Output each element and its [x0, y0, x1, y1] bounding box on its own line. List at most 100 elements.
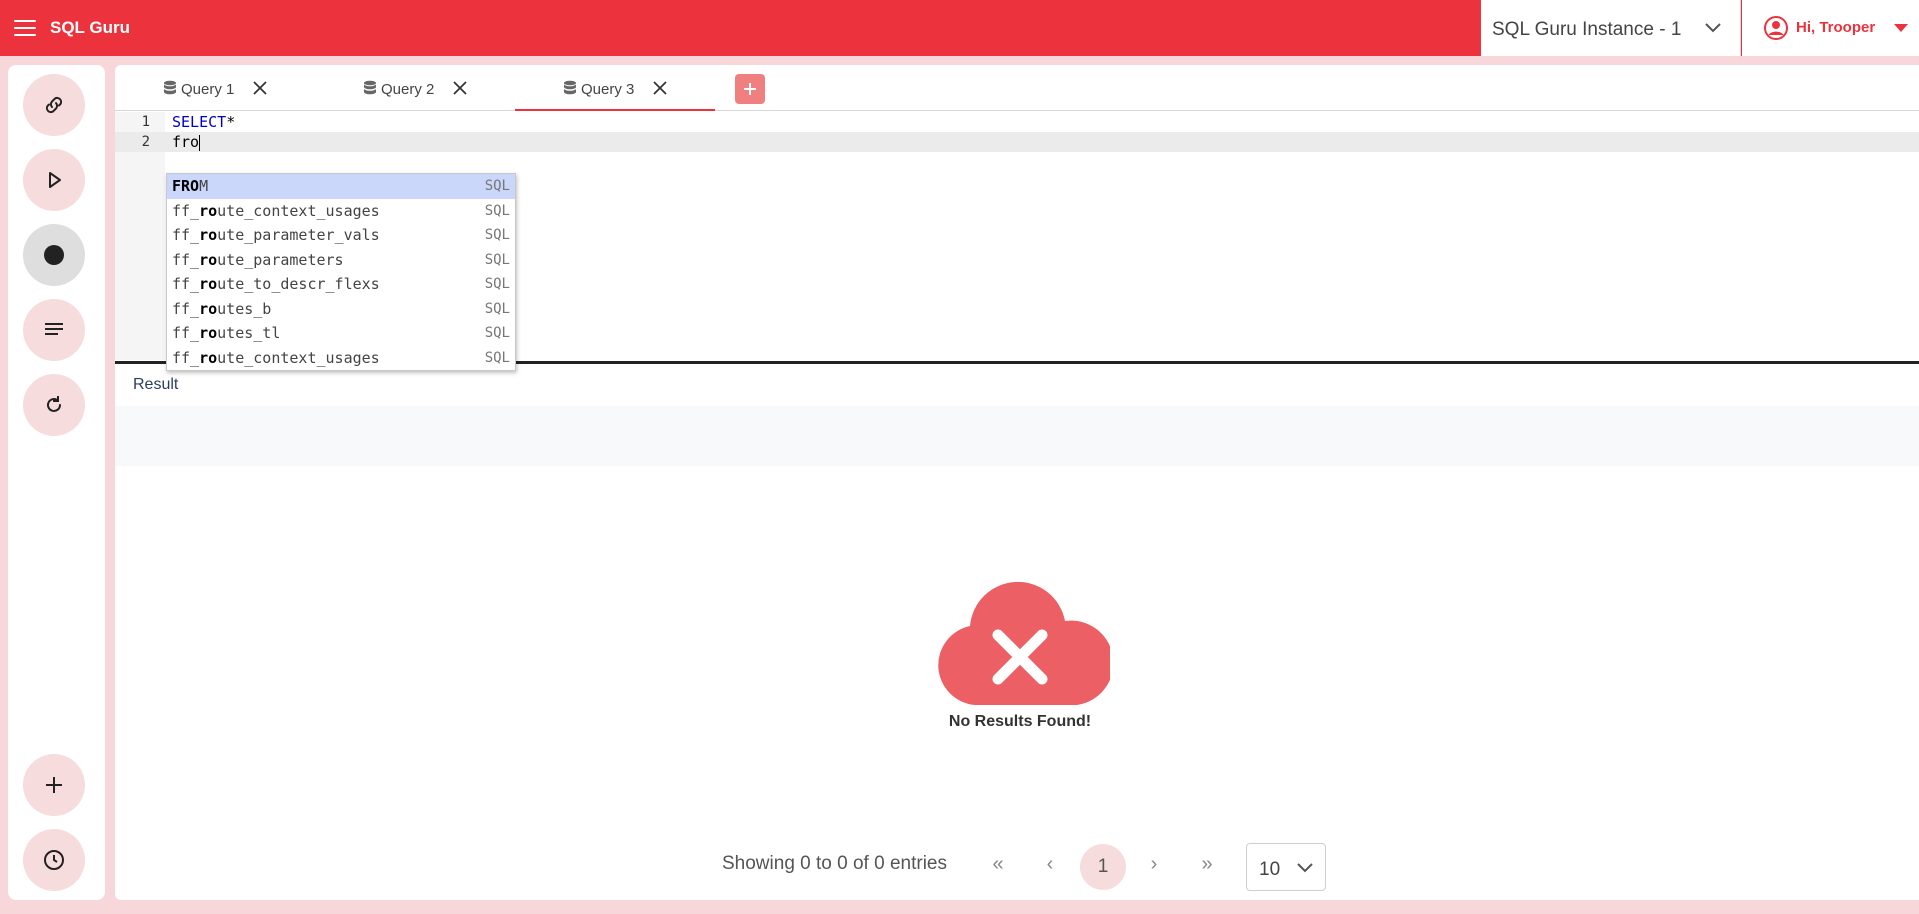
- line-number: 2: [141, 134, 150, 150]
- item-text: utes_b: [217, 299, 272, 318]
- add-tab-button[interactable]: [735, 74, 765, 104]
- query-tabs: Query 1 Query 2 Query 3: [115, 65, 1919, 111]
- instance-select[interactable]: SQL Guru Instance - 1: [1481, 0, 1741, 56]
- empty-state: No Results Found!: [930, 580, 1114, 740]
- page-size-select[interactable]: 10: [1246, 843, 1326, 891]
- chevron-down-icon: [1705, 23, 1721, 33]
- item-text: utes_tl: [217, 324, 281, 342]
- match-text: ro: [199, 348, 218, 367]
- item-meta: SQL: [484, 300, 510, 317]
- autocomplete-item[interactable]: ff_routes_b SQL: [167, 297, 515, 322]
- item-meta: SQL: [484, 227, 510, 243]
- align-left-icon: [45, 323, 63, 335]
- tab-label: Query 2: [381, 81, 435, 98]
- stop-button[interactable]: [23, 224, 85, 286]
- current-page-button[interactable]: 1: [1080, 844, 1126, 890]
- app-title: SQL Guru: [50, 18, 130, 37]
- autocomplete-item[interactable]: ff_route_parameter_vals SQL: [167, 223, 515, 248]
- sidebar: [8, 65, 105, 900]
- item-prefix: ff_: [172, 226, 200, 244]
- item-prefix: ff_: [172, 250, 200, 269]
- double-chevron-left-icon: «: [992, 852, 1004, 875]
- line-code: SELECT*: [172, 112, 235, 132]
- format-button[interactable]: [23, 299, 85, 361]
- double-chevron-right-icon: »: [1201, 852, 1213, 875]
- close-icon[interactable]: [252, 80, 268, 96]
- last-page-button[interactable]: »: [1192, 849, 1222, 879]
- pagination-info: Showing 0 to 0 of 0 entries: [722, 853, 947, 874]
- tab-query-3[interactable]: Query 3: [515, 65, 715, 111]
- item-meta: SQL: [484, 349, 510, 366]
- empty-message: No Results Found!: [948, 713, 1092, 730]
- prev-page-button[interactable]: ‹: [1035, 849, 1065, 879]
- connect-button[interactable]: [23, 74, 85, 136]
- item-text: M: [199, 177, 209, 195]
- plus-icon: [46, 777, 62, 793]
- database-icon: [564, 80, 576, 95]
- autocomplete-item[interactable]: ff_routes_tl SQL: [167, 321, 515, 346]
- item-text: ute_to_descr_flexs: [217, 275, 380, 293]
- next-page-button[interactable]: ›: [1139, 849, 1169, 879]
- pagination: Showing 0 to 0 of 0 entries « ‹ 1 › » 10: [115, 835, 1919, 891]
- line-code: fro: [172, 132, 201, 152]
- user-menu[interactable]: Hi, Trooper: [1742, 0, 1919, 56]
- play-icon: [49, 172, 61, 188]
- editor-line: 1 SELECT*: [115, 112, 1919, 132]
- item-prefix: ff_: [172, 299, 200, 318]
- caret-down-icon: [1894, 24, 1908, 32]
- refresh-icon: [47, 396, 61, 412]
- user-avatar-icon: [1764, 16, 1788, 40]
- match-text: ro: [199, 201, 218, 220]
- main-panel: Query 1 Query 2 Query 3 1 SELECT* 2 fro …: [115, 65, 1919, 900]
- autocomplete-item[interactable]: ff_route_parameters SQL: [167, 248, 515, 273]
- item-prefix: ff_: [172, 275, 200, 293]
- run-button[interactable]: [23, 149, 85, 211]
- history-button[interactable]: [23, 829, 85, 891]
- database-icon: [364, 80, 376, 95]
- clock-icon: [44, 850, 64, 870]
- line-number: 1: [141, 114, 150, 130]
- tab-label: Query 1: [181, 81, 235, 98]
- link-icon: [45, 96, 63, 114]
- refresh-button[interactable]: [23, 374, 85, 436]
- autocomplete-item[interactable]: FROM SQL: [167, 174, 515, 199]
- code-text: *: [226, 113, 236, 131]
- chevron-down-icon: [1297, 863, 1313, 873]
- item-meta: SQL: [484, 251, 510, 268]
- item-meta: SQL: [484, 325, 510, 341]
- chevron-left-icon: ‹: [1046, 852, 1054, 875]
- instance-label: SQL Guru Instance - 1: [1492, 19, 1682, 40]
- item-prefix: ff_: [172, 324, 200, 342]
- code-text: fro: [172, 133, 200, 151]
- chevron-right-icon: ›: [1150, 852, 1158, 875]
- sql-keyword: SELECT: [172, 113, 227, 131]
- item-text: ute_parameters: [217, 250, 344, 269]
- first-page-button[interactable]: «: [983, 849, 1013, 879]
- item-prefix: ff_: [172, 201, 200, 220]
- autocomplete-item[interactable]: ff_route_context_usages SQL: [167, 346, 515, 371]
- close-icon[interactable]: [452, 80, 468, 96]
- autocomplete-popup: FROM SQL ff_route_context_usages SQL ff_ro…: [166, 173, 516, 371]
- plus-icon: [744, 83, 756, 95]
- match-text: ro: [199, 275, 218, 293]
- add-button[interactable]: [23, 754, 85, 816]
- match-text: ro: [199, 226, 218, 244]
- match-text: ro: [199, 299, 218, 318]
- tab-query-2[interactable]: Query 2: [315, 65, 515, 111]
- match-text: ro: [199, 250, 218, 269]
- autocomplete-item[interactable]: ff_route_to_descr_flexs SQL: [167, 272, 515, 297]
- item-meta: SQL: [484, 178, 510, 194]
- autocomplete-item[interactable]: ff_route_context_usages SQL: [167, 199, 515, 224]
- item-meta: SQL: [484, 202, 510, 219]
- user-greeting: Hi, Trooper: [1796, 19, 1876, 36]
- close-icon[interactable]: [652, 80, 668, 96]
- result-toolbar: [115, 406, 1919, 466]
- result-title: Result: [133, 376, 179, 393]
- tab-query-1[interactable]: Query 1: [115, 65, 315, 111]
- page-size-value: 10: [1259, 859, 1281, 880]
- editor-line-current: 2 fro: [115, 132, 1919, 152]
- tab-label: Query 3: [581, 81, 635, 98]
- item-text: ute_parameter_vals: [217, 226, 380, 244]
- database-icon: [164, 80, 176, 95]
- menu-icon[interactable]: [14, 20, 36, 36]
